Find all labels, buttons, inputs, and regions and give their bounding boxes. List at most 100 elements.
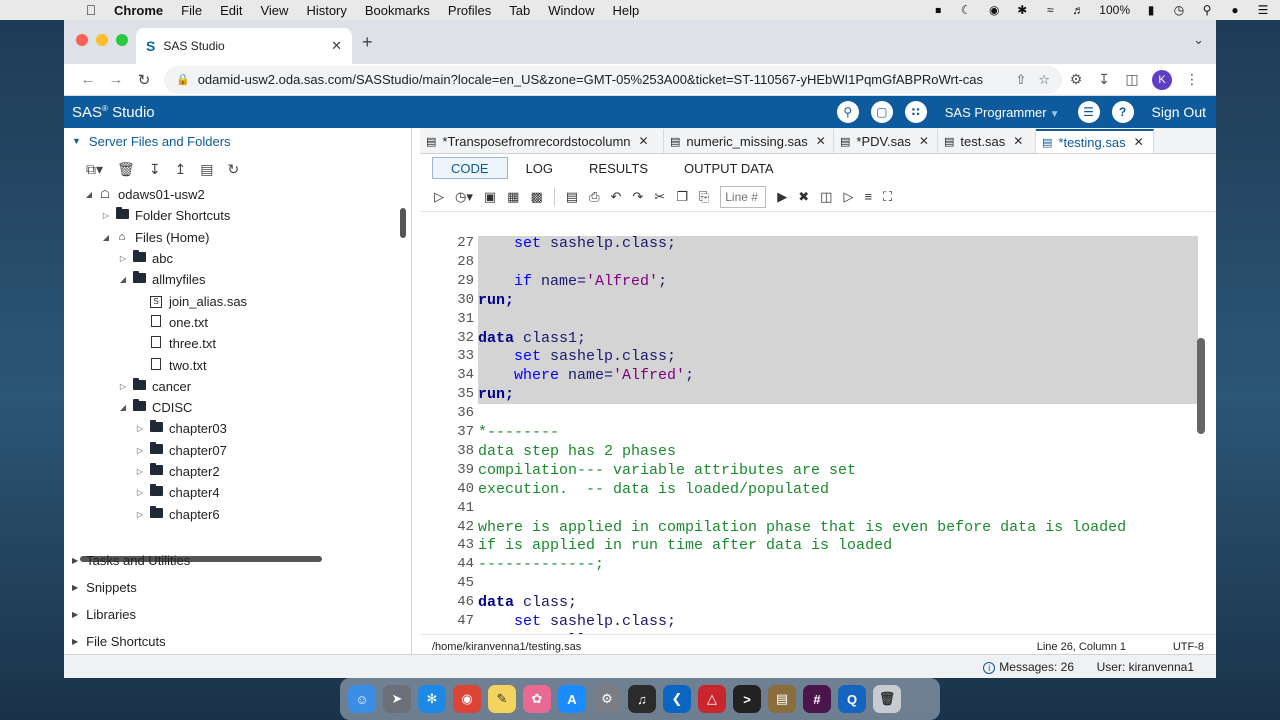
redo-icon[interactable]: ↷ [632, 189, 643, 205]
trash-icon[interactable]: 🗑 [873, 685, 901, 713]
code-editor[interactable]: 27 set sashelp.class; 28 29 if name='Alfre… [420, 236, 1216, 634]
code-line[interactable]: 39 compilation--- variable attributes are… [420, 461, 1196, 480]
vscode-icon[interactable]: ❮ [663, 685, 691, 713]
code-line[interactable]: 28 [420, 252, 1198, 272]
download-file-icon[interactable]: ↧ [149, 161, 161, 178]
tab-search-chevron-icon[interactable]: ⌄ [1193, 32, 1204, 48]
collapse-triangle-icon[interactable]: ◢ [118, 275, 128, 284]
profile-avatar[interactable]: K [1152, 69, 1172, 90]
quicktime-icon[interactable]: Q [838, 685, 866, 713]
browser-tab-sas-studio[interactable]: S SAS Studio ✕ [136, 28, 352, 64]
code-line[interactable]: 45 [420, 574, 1196, 593]
tree-node[interactable]: ▷ Folder Shortcuts [64, 205, 411, 226]
tab-pdv[interactable]: ▤ *PDV.sas ✕ [834, 129, 938, 153]
forward-arrow-icon[interactable]: → [102, 71, 130, 88]
save-all-icon[interactable]: ▩ [530, 189, 542, 205]
close-tab-icon[interactable]: ✕ [1013, 134, 1023, 148]
server-files-section-header[interactable]: ▼ Server Files and Folders [64, 128, 411, 154]
menu-history[interactable]: History [306, 3, 346, 18]
lock-icon[interactable]: 🔒 [176, 73, 190, 86]
code-line[interactable]: 44 -------------; [420, 555, 1196, 574]
tree-node[interactable]: ▷ abc [64, 248, 411, 269]
menu-edit[interactable]: Edit [220, 3, 242, 18]
save-icon[interactable]: ▣ [484, 189, 496, 205]
launchpad-icon[interactable]: ➤ [383, 685, 411, 713]
new-options-icon[interactable]: ▢ [870, 101, 893, 123]
code-line[interactable]: 46 data class; [420, 593, 1196, 612]
editor-vertical-scrollbar[interactable] [1197, 338, 1205, 434]
moon-icon[interactable]: ☾ [959, 3, 973, 17]
upload-file-icon[interactable]: ↥ [175, 161, 187, 178]
menu-profiles[interactable]: Profiles [448, 3, 491, 18]
finder-icon[interactable]: ☺ [348, 685, 376, 713]
properties-icon[interactable]: ▤ [200, 161, 213, 178]
tree-node[interactable]: ▷ chapter03 [64, 418, 411, 439]
chrome-icon[interactable]: ◉ [453, 685, 481, 713]
perspective-selector[interactable]: SAS Programmer ▼ [945, 105, 1060, 120]
cut-icon[interactable]: ✂ [654, 189, 665, 205]
code-line[interactable]: 47 set sashelp.class; [420, 612, 1196, 631]
tab-transpose-program[interactable]: ▤ *Transposefromrecordstocolumn ✕ [420, 129, 664, 153]
code-line[interactable]: 33 set sashelp.class; [420, 347, 1198, 367]
snippet-icon[interactable]: ▷ [843, 189, 853, 205]
file-shortcuts-section[interactable]: ▶ File Shortcuts [64, 628, 411, 655]
messages-link[interactable]: i Messages: 26 [983, 660, 1074, 674]
menu-view[interactable]: View [260, 3, 288, 18]
export-icon[interactable]: ▤ [566, 189, 578, 205]
libraries-section[interactable]: ▶ Libraries [64, 601, 411, 628]
code-line[interactable]: 38 data step has 2 phases [420, 442, 1196, 461]
paste-icon[interactable]: ⎘ [699, 189, 709, 205]
more-menu-icon[interactable]: ☰ [1077, 101, 1100, 123]
delete-icon[interactable]: 🗑 [117, 161, 135, 178]
code-line[interactable]: 29 if name='Alfred'; [420, 271, 1198, 291]
clear-icon[interactable]: ✖ [798, 189, 809, 205]
notebook-icon[interactable]: ▤ [768, 685, 796, 713]
sidebar-icon[interactable]: ◫ [1118, 71, 1146, 88]
user-icon[interactable]: ● [1228, 3, 1242, 17]
tree-node[interactable]: ▷ chapter6 [64, 503, 411, 524]
code-line[interactable]: 40 execution. -- data is loaded/populated [420, 480, 1196, 499]
close-window-button[interactable] [76, 34, 88, 46]
photos-icon[interactable]: ✿ [523, 685, 551, 713]
bluetooth-icon[interactable]: ✱ [1015, 3, 1029, 17]
subtab-output-data[interactable]: OUTPUT DATA [666, 157, 792, 179]
tree-vertical-scrollbar[interactable] [400, 208, 406, 238]
print-icon[interactable]: ⎙ [589, 189, 599, 205]
undo-icon[interactable]: ↶ [610, 189, 621, 205]
code-line[interactable]: 35 run; [420, 385, 1198, 405]
expand-triangle-icon[interactable]: ▷ [135, 467, 145, 476]
tree-node[interactable]: ▷ cancer [64, 376, 411, 397]
code-line[interactable]: 36 [420, 404, 1196, 423]
expand-triangle-icon[interactable]: ▷ [135, 424, 145, 433]
tree-node[interactable]: ◢ allmyfiles [64, 269, 411, 290]
collapse-triangle-icon[interactable]: ◢ [84, 190, 94, 199]
menu-window[interactable]: Window [548, 3, 594, 18]
sign-out-link[interactable]: Sign Out [1152, 104, 1206, 120]
collapse-triangle-icon[interactable]: ◢ [118, 403, 128, 412]
apps-grid-icon[interactable]: ∷ [904, 101, 927, 123]
code-line[interactable]: 42 where is applied in compilation phase … [420, 518, 1196, 537]
tree-node[interactable]: ▷ chapter07 [64, 440, 411, 461]
code-line[interactable]: 37 *-------- [420, 423, 1196, 442]
expand-triangle-icon[interactable]: ▷ [135, 510, 145, 519]
snippets-section[interactable]: ▶ Snippets [64, 574, 411, 601]
save-as-icon[interactable]: ▦ [507, 189, 519, 205]
app-store-icon[interactable]: A [558, 685, 586, 713]
tree-node[interactable]: ◢ ☖ odaws01-usw2 [64, 184, 411, 205]
new-tab-button[interactable]: + [362, 32, 373, 53]
tab-numeric-missing[interactable]: ▤ numeric_missing.sas ✕ [664, 129, 834, 153]
fullscreen-window-button[interactable] [116, 34, 128, 46]
subtab-log[interactable]: LOG [508, 157, 571, 179]
expand-triangle-icon[interactable]: ▷ [135, 488, 145, 497]
tasks-utilities-section[interactable]: ▶ Tasks and Utilities [64, 547, 411, 574]
tree-node[interactable]: ◢ CDISC [64, 397, 411, 418]
expand-triangle-icon[interactable]: ▷ [135, 446, 145, 455]
refresh-icon[interactable]: ↻ [228, 161, 240, 178]
code-line[interactable]: 27 set sashelp.class; [420, 236, 1198, 253]
help-icon[interactable]: ? [1111, 101, 1134, 123]
code-line[interactable]: 32 data class1; [420, 328, 1198, 348]
volume-icon[interactable]: ♬ [1071, 3, 1085, 17]
new-item-icon[interactable]: ⧉▾ [86, 161, 103, 178]
wifi-icon[interactable]: ≈ [1043, 3, 1057, 17]
notes-icon[interactable]: ✎ [488, 685, 516, 713]
